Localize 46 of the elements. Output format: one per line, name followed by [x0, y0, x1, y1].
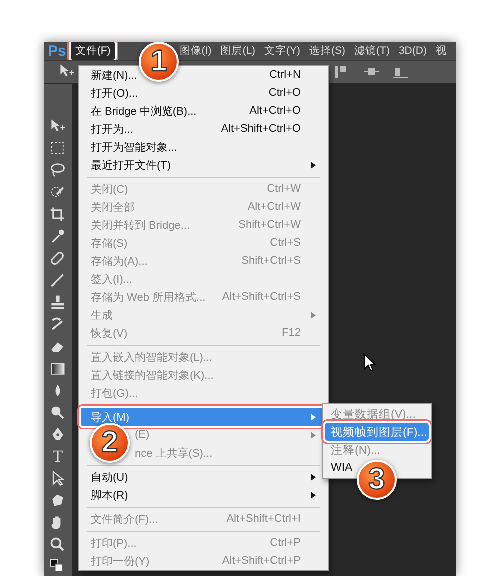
menu-item[interactable]: 存储为(A)... Shift+Ctrl+S	[81, 252, 326, 270]
crop-icon[interactable]	[49, 206, 67, 224]
menu-bar-item[interactable]: 3D(D)	[394, 43, 431, 60]
menu-item[interactable]: 视频帧到图层(F)...	[325, 423, 429, 441]
menu-item[interactable]: 最近打开文件(T)	[81, 156, 326, 174]
magnifier-icon[interactable]	[49, 536, 67, 554]
menu-item[interactable]: 脚本(R)	[81, 486, 326, 504]
bandage-icon[interactable]	[49, 250, 67, 268]
menu-item[interactable]: 打开为智能对象...	[81, 138, 326, 156]
menu-item[interactable]: 打印(P)... Ctrl+P	[81, 534, 326, 552]
menu-item[interactable]: 生成	[81, 306, 326, 324]
menu-item[interactable]: 签入(I)...	[81, 270, 326, 288]
stamp-icon[interactable]	[49, 294, 67, 312]
gradient-icon[interactable]	[49, 360, 67, 378]
menu-bar-item[interactable]: 视	[432, 42, 451, 60]
cursor-icon	[364, 354, 376, 372]
menu-bar-item[interactable]: 选择(S)	[306, 42, 350, 60]
menu-bar-item[interactable]: 图层(L)	[216, 42, 260, 60]
menu-item[interactable]: nce 上共享(S)...	[135, 444, 326, 462]
menu-bar-item[interactable]: 文件(F)	[71, 42, 115, 60]
menu-bar-item[interactable]: 文字(Y)	[260, 42, 305, 60]
menu-item[interactable]: 文件简介(F)... Alt+Shift+Ctrl+I	[81, 510, 326, 528]
menu-bar-item[interactable]: 滤镜(T)	[350, 42, 394, 60]
menu-item[interactable]: 打开(O)... Ctrl+O	[81, 84, 326, 102]
menu-item[interactable]: 存储为 Web 所用格式... Alt+Shift+Ctrl+S	[81, 288, 326, 306]
type-tool[interactable]: T	[52, 448, 64, 466]
app-logo: Ps	[47, 42, 68, 60]
menu-item[interactable]: 置入嵌入的智能对象(L)...	[81, 348, 326, 366]
menu-item[interactable]: 关闭全部 Alt+Ctrl+W	[81, 198, 326, 216]
menu-item[interactable]: 自动(U)	[81, 468, 326, 486]
menu-item[interactable]: 打印一份(Y) Alt+Shift+Ctrl+P	[81, 552, 326, 570]
align-icon[interactable]	[392, 65, 409, 80]
menu-item[interactable]: 关闭并转到 Bridge... Shift+Ctrl+W	[81, 216, 326, 234]
step-marker: 3	[357, 460, 397, 500]
menu-item[interactable]: 恢复(V) F12	[81, 324, 326, 342]
menu-item[interactable]: (E)	[135, 426, 326, 444]
menu-item[interactable]: 注释(N)...	[325, 441, 429, 459]
eyedropper-icon[interactable]	[49, 228, 67, 246]
menu-item[interactable]: 打开为... Alt+Shift+Ctrl+O	[81, 120, 326, 138]
menu-item[interactable]: 打包(G)...	[81, 384, 326, 402]
menu-item[interactable]: 存储(S) Ctrl+S	[81, 234, 326, 252]
menu-item[interactable]: 关闭(C) Ctrl+W	[81, 180, 326, 198]
menu-item[interactable]: 变量数据组(V)...	[325, 405, 429, 423]
menu-item[interactable]: 在 Bridge 中浏览(B)... Alt+Ctrl+O	[81, 102, 326, 120]
brush-icon[interactable]	[49, 272, 67, 290]
menu-item[interactable]: 置入链接的智能对象(K)...	[81, 366, 326, 384]
